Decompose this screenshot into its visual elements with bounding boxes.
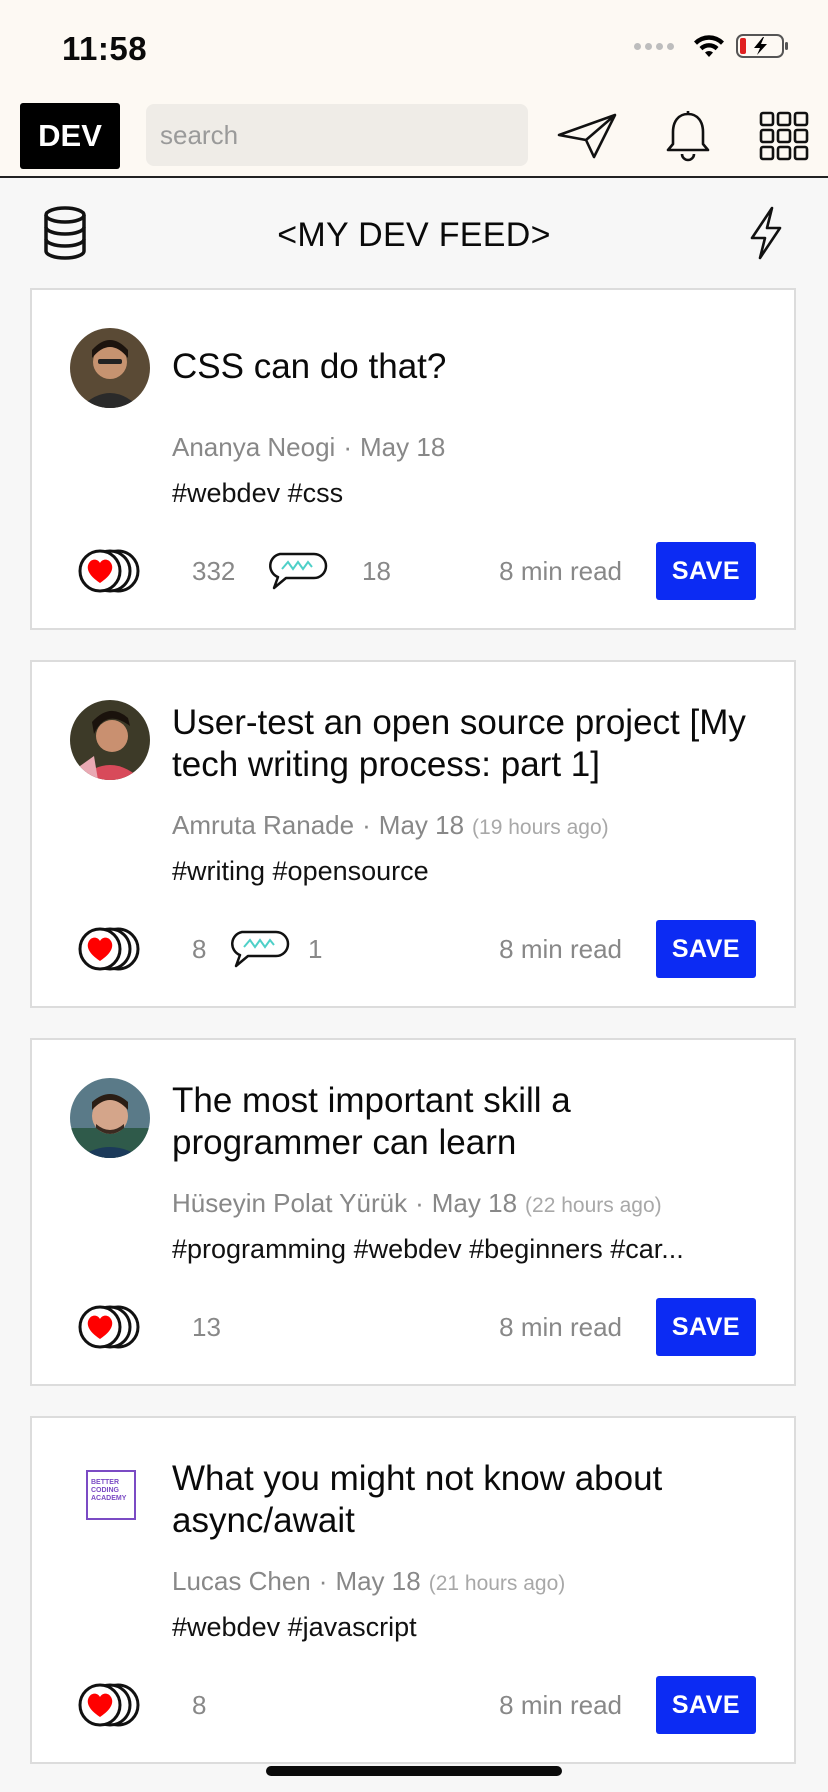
post-actions: 8 8 min read SAVE	[78, 1676, 756, 1734]
read-time: 8 min read	[499, 1690, 622, 1720]
bell-icon[interactable]	[656, 106, 720, 166]
author-name[interactable]: Lucas Chen	[172, 1566, 311, 1596]
post-card[interactable]: CSS can do that? Ananya Neogi · May 18 #we…	[30, 288, 796, 630]
save-button[interactable]: SAVE	[656, 1676, 756, 1734]
avatar[interactable]	[70, 328, 150, 408]
heart-reactions-icon[interactable]	[78, 926, 142, 972]
post-date: May 18	[360, 432, 446, 462]
post-time-ago: (22 hours ago)	[525, 1194, 662, 1217]
comment-icon[interactable]	[266, 550, 328, 592]
author-name[interactable]: Hüseyin Polat Yürük	[172, 1188, 407, 1218]
feed-title: <MY DEV FEED>	[277, 216, 551, 254]
post-title[interactable]: What you might not know about async/awai…	[172, 1458, 754, 1542]
home-indicator[interactable]	[266, 1766, 562, 1776]
feed-header: <MY DEV FEED>	[0, 178, 828, 288]
post-card[interactable]: User-test an open source project [My tec…	[30, 660, 796, 1008]
avatar[interactable]	[70, 1078, 150, 1158]
post-meta: Amruta Ranade · May 18 (19 hours ago)	[172, 810, 609, 840]
post-meta: Ananya Neogi · May 18	[172, 432, 446, 462]
comments-count: 18	[362, 556, 391, 586]
status-time: 11:58	[62, 30, 148, 67]
post-date: May 18	[431, 1188, 518, 1218]
post-date: May 18	[335, 1566, 421, 1596]
likes-count: 332	[192, 556, 236, 586]
post-tags[interactable]: #webdev #css	[172, 478, 734, 509]
comment-icon[interactable]	[228, 928, 290, 970]
battery-charging-icon	[736, 34, 788, 58]
post-time-ago: (19 hours ago)	[472, 816, 609, 839]
send-icon[interactable]	[555, 106, 619, 166]
top-navigation-bar: DEV	[0, 102, 828, 178]
post-meta: Lucas Chen · May 18 (21 hours ago)	[172, 1566, 566, 1596]
save-button[interactable]: SAVE	[656, 542, 756, 600]
search-input[interactable]	[146, 104, 528, 166]
post-actions: 8 1 8 min read SAVE	[78, 920, 756, 978]
read-time: 8 min read	[499, 556, 622, 586]
wifi-icon	[694, 35, 724, 57]
heart-reactions-icon[interactable]	[78, 1682, 142, 1728]
read-time: 8 min read	[499, 934, 622, 964]
status-bar: 11:58	[0, 0, 828, 102]
grid-menu-icon[interactable]	[752, 106, 816, 166]
post-time-ago: (21 hours ago)	[428, 1572, 566, 1595]
better-coding-academy-logo[interactable]: BETTER CODING ACADEMY	[86, 1470, 136, 1520]
post-tags[interactable]: #writing #opensource	[172, 856, 734, 887]
lightning-icon[interactable]	[748, 206, 784, 260]
likes-count: 13	[192, 1312, 221, 1342]
likes-count: 8	[192, 1690, 207, 1720]
post-actions: 332 18 8 min read SAVE	[78, 542, 756, 600]
post-tags[interactable]: #programming #webdev #beginners #car...	[172, 1234, 734, 1265]
heart-reactions-icon[interactable]	[78, 1304, 142, 1350]
post-card[interactable]: BETTER CODING ACADEMY What you might not k…	[30, 1416, 796, 1764]
post-title[interactable]: CSS can do that?	[172, 346, 754, 388]
post-title[interactable]: User-test an open source project [My tec…	[172, 702, 754, 786]
heart-reactions-icon[interactable]	[78, 548, 142, 594]
post-date: May 18	[378, 810, 465, 840]
post-actions: 13 8 min read SAVE	[78, 1298, 756, 1356]
author-name[interactable]: Amruta Ranade	[172, 810, 354, 840]
avatar[interactable]	[70, 700, 150, 780]
save-button[interactable]: SAVE	[656, 1298, 756, 1356]
comments-count: 1	[308, 934, 323, 964]
likes-count: 8	[192, 934, 207, 964]
signal-icon	[634, 42, 674, 50]
read-time: 8 min read	[499, 1312, 622, 1342]
post-tags[interactable]: #webdev #javascript	[172, 1612, 734, 1643]
dev-logo[interactable]: DEV	[20, 103, 120, 169]
post-meta: Hüseyin Polat Yürük · May 18 (22 hours ago)	[172, 1188, 662, 1218]
post-card[interactable]: The most important skill a programmer ca…	[30, 1038, 796, 1386]
post-title[interactable]: The most important skill a programmer ca…	[172, 1080, 754, 1164]
author-name[interactable]: Ananya Neogi	[172, 432, 335, 462]
save-button[interactable]: SAVE	[656, 920, 756, 978]
status-indicators	[634, 33, 790, 59]
